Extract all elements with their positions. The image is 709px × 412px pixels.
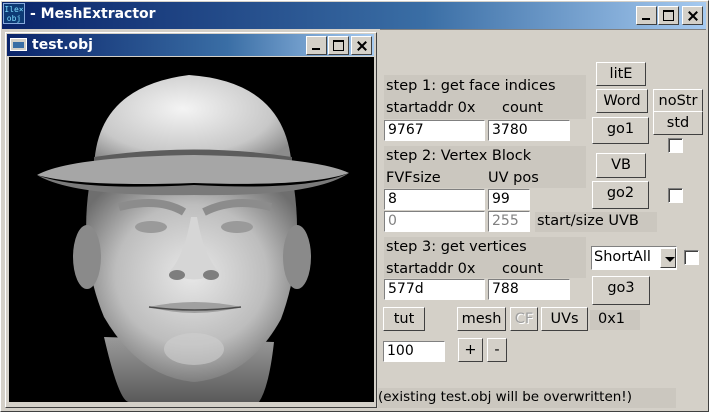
- word-button[interactable]: Word: [596, 89, 648, 113]
- step1-startaddr-label: startaddr 0x: [386, 100, 476, 116]
- mesh-minimize-icon[interactable]: [306, 36, 327, 55]
- uvpos-input[interactable]: 99: [488, 189, 530, 210]
- go1-button[interactable]: go1: [592, 117, 649, 144]
- nostr-button[interactable]: noStr: [653, 89, 703, 113]
- mesh-button[interactable]: mesh: [457, 307, 506, 331]
- fvfsize-input[interactable]: 8: [384, 189, 485, 210]
- step3-count-input[interactable]: 788: [488, 279, 570, 300]
- go2-button[interactable]: go2: [592, 181, 649, 209]
- chevron-down-icon[interactable]: [660, 248, 676, 268]
- scale-input[interactable]: 100: [383, 341, 445, 362]
- step3-heading: step 3: get vertices: [386, 239, 527, 255]
- minus-button[interactable]: -: [487, 338, 507, 362]
- close-icon[interactable]: [682, 6, 703, 25]
- ratio-label: 0x1: [590, 310, 640, 330]
- uvb-start-input: 0: [384, 211, 485, 232]
- fvfsize-label: FVFsize: [386, 170, 441, 186]
- plus-button[interactable]: +: [458, 338, 483, 362]
- step2-checkbox[interactable]: [668, 188, 683, 203]
- cf-button: CF: [510, 307, 538, 331]
- step1-startaddr-input[interactable]: 9767: [384, 120, 485, 141]
- uvs-button[interactable]: UVs: [541, 307, 588, 331]
- std-button[interactable]: std: [653, 111, 703, 135]
- maximize-icon[interactable]: [658, 6, 679, 25]
- head-mesh-render: [37, 75, 349, 402]
- step1-checkbox[interactable]: [668, 138, 683, 153]
- window-icon: [10, 38, 27, 51]
- step2-heading: step 2: Vertex Block: [386, 148, 532, 164]
- vertex-format-value: ShortAll: [594, 249, 651, 265]
- panel-divider: [380, 29, 706, 30]
- uvb-label: start/size UVB: [535, 212, 657, 232]
- step3-count-label: count: [502, 261, 543, 277]
- step1-count-input[interactable]: 3780: [488, 120, 570, 141]
- go3-button[interactable]: go3: [592, 276, 650, 305]
- step1-heading: step 1: get face indices: [386, 78, 556, 94]
- mesh-window-title: test.obj: [32, 37, 93, 53]
- step3-checkbox[interactable]: [684, 250, 699, 265]
- uvb-size-input: 255: [488, 211, 530, 232]
- mesh-maximize-icon[interactable]: [328, 36, 349, 55]
- step1-count-label: count: [502, 100, 543, 116]
- status-text: (existing test.obj will be overwritten!): [378, 388, 676, 408]
- window-title: - MeshExtractor: [30, 6, 156, 22]
- tut-button[interactable]: tut: [383, 307, 425, 331]
- app-icon: Ile× obj: [3, 3, 25, 24]
- step3-startaddr-input[interactable]: 577d: [384, 279, 485, 300]
- mesh-viewport[interactable]: [9, 57, 374, 402]
- minimize-icon[interactable]: [636, 6, 657, 25]
- vb-button[interactable]: VB: [596, 153, 646, 178]
- uvpos-label: UV pos: [488, 170, 539, 186]
- step3-startaddr-label: startaddr 0x: [386, 261, 476, 277]
- lite-button[interactable]: litE: [596, 62, 646, 86]
- mesh-close-icon[interactable]: [351, 36, 372, 55]
